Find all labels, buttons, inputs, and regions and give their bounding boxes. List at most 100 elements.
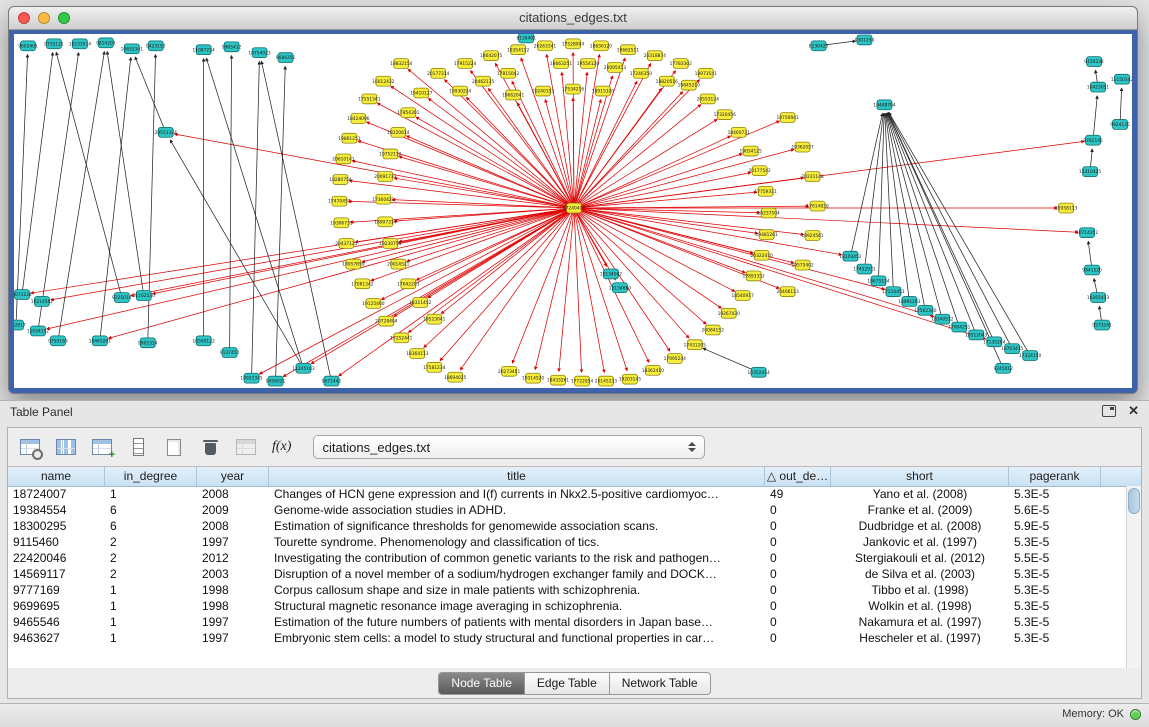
column-header-out_degree[interactable]: △ out_de… <box>765 467 831 486</box>
graph-node[interactable]: 10352414 <box>748 367 771 377</box>
graph-node[interactable]: 18663251 <box>550 59 573 69</box>
graph-node[interactable]: 8130401 <box>516 34 536 43</box>
graph-node[interactable]: 9924135 <box>1110 120 1130 130</box>
graph-node[interactable]: 17534216 <box>562 84 585 94</box>
graph-node[interactable]: 18832154 <box>390 59 413 69</box>
graph-node[interactable]: 18364113 <box>406 349 429 359</box>
graph-node[interactable]: 9245012 <box>993 363 1013 373</box>
graph-node[interactable]: 9814203 <box>96 38 116 48</box>
graph-edge[interactable] <box>1093 96 1097 140</box>
column-header-name[interactable]: name <box>8 467 105 486</box>
graph-node[interactable]: 17642203 <box>397 279 420 289</box>
graph-node[interactable]: 20084152 <box>702 325 725 335</box>
graph-node[interactable]: 9905314 <box>138 338 158 348</box>
graph-node[interactable]: 17815042 <box>497 68 520 78</box>
graph-node[interactable]: 9782145 <box>1083 135 1103 145</box>
graph-edge[interactable] <box>16 55 28 325</box>
column-header-title[interactable]: title <box>269 467 765 486</box>
graph-node[interactable]: 17614830 <box>806 201 829 211</box>
graph-node[interactable]: 9602401 <box>18 41 38 51</box>
graph-node[interactable]: 20231148 <box>801 172 824 182</box>
graph-edge[interactable] <box>574 100 601 208</box>
graph-node[interactable]: 20240153 <box>532 86 555 96</box>
graph-node[interactable]: 9684251 <box>276 53 296 63</box>
graph-node[interactable]: 18924561 <box>801 231 824 241</box>
graph-node[interactable]: 18103452 <box>839 251 862 261</box>
table-mode-icon[interactable] <box>18 435 42 459</box>
graph-edge[interactable] <box>230 56 232 353</box>
graph-edge[interactable] <box>416 117 574 208</box>
graph-node[interactable]: 17135204 <box>983 337 1006 347</box>
column-header-in_degree[interactable]: in_degree <box>105 467 197 486</box>
graph-edge[interactable] <box>170 140 303 368</box>
graph-node[interactable]: 9965412 <box>222 42 242 52</box>
table-scrollbar[interactable] <box>1126 486 1141 668</box>
graph-node[interactable]: 17095244 <box>664 354 687 364</box>
graph-node[interactable]: 20091733 <box>374 172 397 182</box>
graph-node[interactable]: 9735121 <box>44 39 64 49</box>
graph-edge[interactable] <box>574 136 731 208</box>
graph-node[interactable]: 9137450 <box>220 348 240 358</box>
table-row[interactable]: 946554611997Estimation of the future num… <box>8 614 1127 630</box>
graph-node[interactable]: 19267430 <box>718 308 741 318</box>
graph-node[interactable]: 17246350 <box>630 68 653 78</box>
graph-node[interactable]: 20318874 <box>644 51 667 61</box>
graph-node[interactable]: 10233514 <box>69 39 92 49</box>
graph-edge[interactable] <box>574 208 842 255</box>
function-builder-icon[interactable]: f(x) <box>270 435 293 459</box>
graph-edge[interactable] <box>441 208 574 314</box>
add-column-icon[interactable]: + <box>90 435 114 459</box>
graph-node[interactable]: 20273401 <box>498 366 521 376</box>
graph-node[interactable]: 9071234 <box>14 290 32 300</box>
graph-edge[interactable] <box>888 113 1003 368</box>
graph-edge[interactable] <box>261 61 331 381</box>
graph-edge[interactable] <box>574 119 717 208</box>
graph-node[interactable]: 18642075 <box>480 51 503 61</box>
graph-node[interactable]: 20462135 <box>472 76 495 86</box>
graph-node[interactable]: 10714352 <box>1076 228 1099 238</box>
graph-edge[interactable] <box>889 113 1013 349</box>
graph-edge[interactable] <box>428 208 574 298</box>
graph-node[interactable]: 20437121 <box>335 239 358 249</box>
graph-node[interactable]: 18512043 <box>965 330 988 340</box>
graph-node[interactable]: 19845210 <box>678 80 701 90</box>
graph-node[interactable]: 16012432 <box>372 76 395 86</box>
graph-edge[interactable] <box>574 63 651 208</box>
row-height-icon[interactable] <box>126 435 150 459</box>
graph-node[interactable]: 19034125 <box>740 146 763 156</box>
graph-edge[interactable] <box>574 192 757 208</box>
graph-node[interactable]: 18540917 <box>732 291 755 301</box>
graph-edge[interactable] <box>574 88 662 208</box>
graph-node[interactable]: 20553124 <box>697 94 720 104</box>
graph-node[interactable]: 11087254 <box>193 45 216 55</box>
graph-node[interactable]: 18957859 <box>342 259 365 269</box>
graph-node[interactable]: 18891203 <box>898 297 921 307</box>
graph-node[interactable]: 18220614 <box>387 127 410 137</box>
graph-edge[interactable] <box>574 208 604 372</box>
graph-edge[interactable] <box>135 57 166 132</box>
table-row[interactable]: 1938455462009Genome-wide association stu… <box>8 502 1127 518</box>
table-row[interactable]: 946362711997Embryonic stem cells: a mode… <box>8 630 1127 646</box>
table-scrollbar-thumb[interactable] <box>1128 488 1140 514</box>
graph-node[interactable]: 9423150 <box>146 41 166 51</box>
graph-edge[interactable] <box>574 149 794 208</box>
graph-node[interactable]: 20177314 <box>427 68 450 78</box>
graph-node[interactable]: 20406113 <box>776 287 799 297</box>
graph-edge[interactable] <box>574 208 582 372</box>
graph-node[interactable]: 18433261 <box>547 375 570 385</box>
graph-node[interactable]: 17324150 <box>1019 351 1042 361</box>
graph-node[interactable]: 19203145 <box>619 374 642 384</box>
graph-node[interactable]: 19662041 <box>502 90 525 100</box>
graph-node[interactable]: 9150234 <box>1084 57 1104 67</box>
graph-node[interactable]: 19410127 <box>410 88 433 98</box>
graph-node[interactable]: 18750941 <box>776 113 799 123</box>
graph-node[interactable]: 18424096 <box>347 114 370 124</box>
graph-node[interactable]: 20263341 <box>534 41 557 51</box>
graph-node[interactable]: 10214562 <box>31 297 54 307</box>
graph-node[interactable]: 19314520 <box>522 373 545 383</box>
column-header-pagerank[interactable]: pagerank <box>1009 467 1101 486</box>
graph-node[interactable]: 11162530 <box>133 291 156 301</box>
column-header-year[interactable]: year <box>197 467 269 486</box>
graph-node[interactable]: 19930224 <box>449 86 472 96</box>
graph-node[interactable]: 19554120 <box>577 59 600 69</box>
